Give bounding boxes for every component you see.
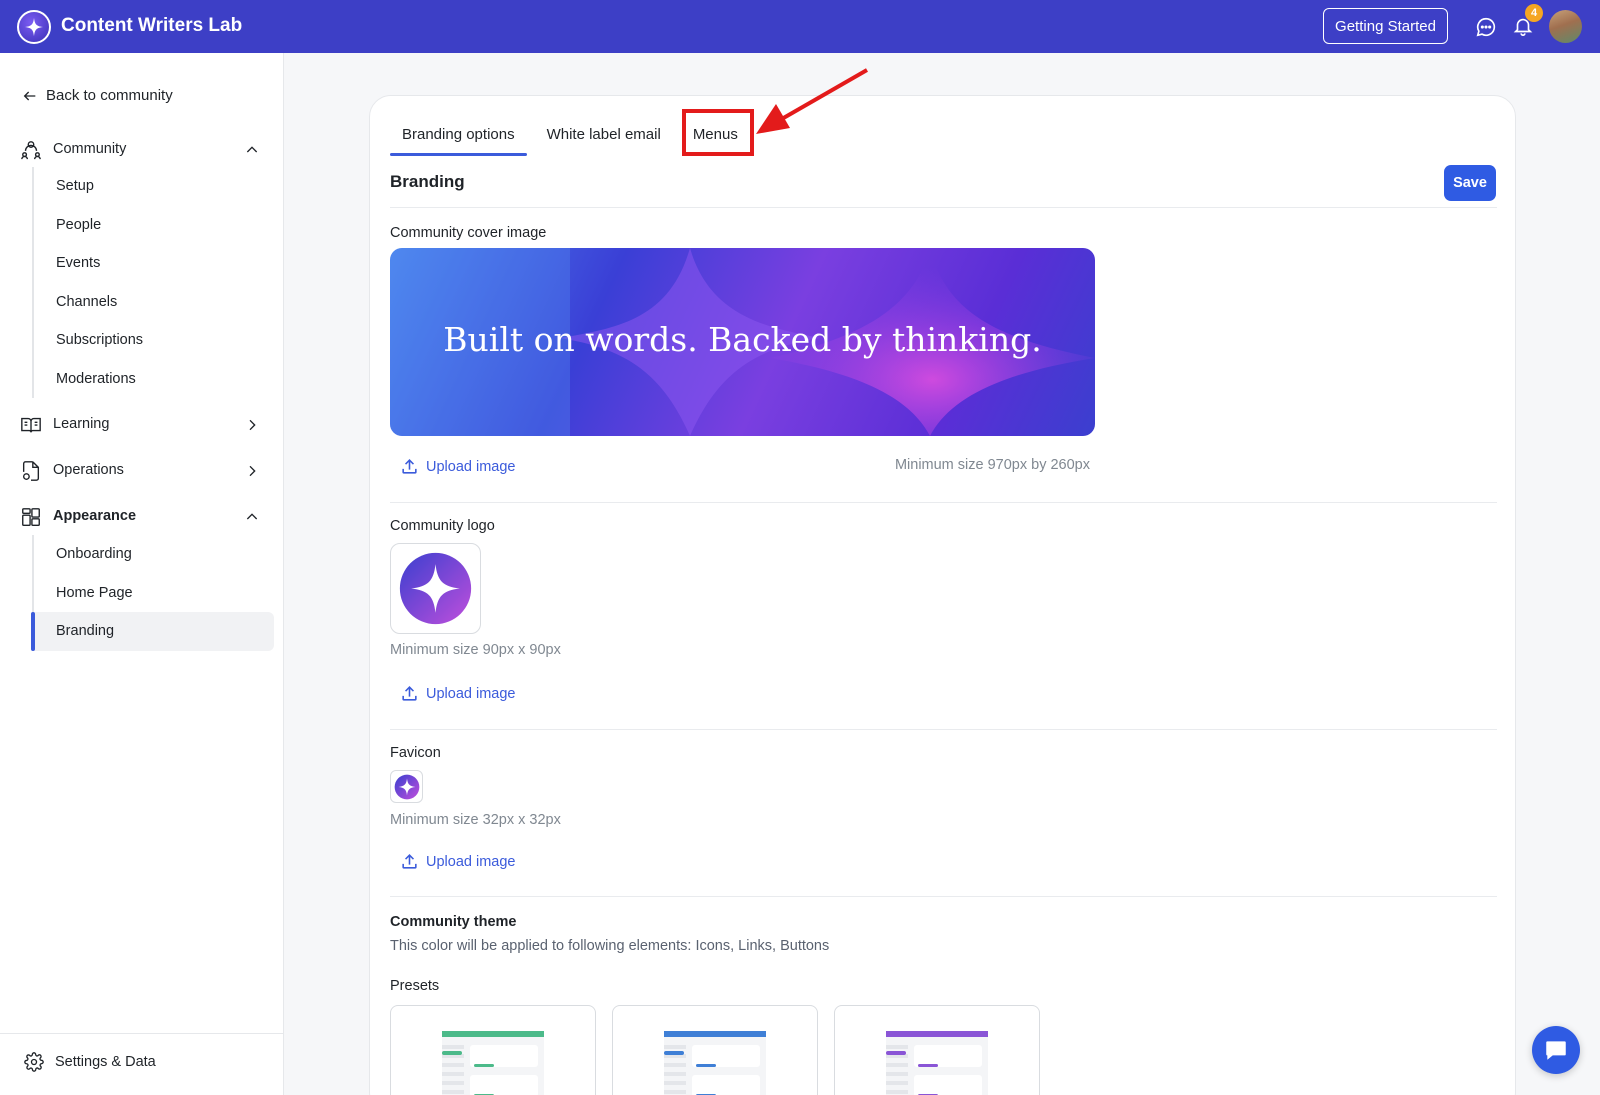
- chevron-right-icon[interactable]: [244, 463, 260, 479]
- cover-image-text: Built on words. Backed by thinking.: [443, 320, 1042, 359]
- sidebar-item-people[interactable]: People: [34, 206, 274, 245]
- favicon-label: Favicon: [390, 745, 441, 761]
- logo-label: Community logo: [390, 518, 495, 534]
- sidebar-item-channels[interactable]: Channels: [34, 283, 274, 322]
- cover-upload-button[interactable]: Upload image: [400, 457, 515, 476]
- sidebar-item-subscriptions[interactable]: Subscriptions: [34, 321, 274, 360]
- appearance-icon: [22, 508, 40, 526]
- top-navigation-bar: Content Writers Lab Getting Started 4: [0, 0, 1600, 53]
- gear-icon: [24, 1052, 44, 1072]
- presets-label: Presets: [390, 978, 440, 994]
- annotation-arrow-icon: [756, 68, 868, 134]
- notification-badge: 4: [1525, 4, 1543, 22]
- preset-blue[interactable]: [612, 1005, 818, 1095]
- preset-green[interactable]: [390, 1005, 596, 1095]
- chevron-right-icon[interactable]: [244, 417, 260, 433]
- sidebar-item-moderations[interactable]: Moderations: [34, 360, 274, 399]
- book-icon: [21, 417, 41, 433]
- sidebar-group-learning[interactable]: Learning: [0, 410, 284, 440]
- sidebar-group-label: Community: [53, 141, 127, 157]
- upload-label: Upload image: [426, 685, 516, 702]
- getting-started-button[interactable]: Getting Started: [1323, 8, 1448, 44]
- upload-label: Upload image: [426, 853, 516, 870]
- favicon-preview: [390, 770, 423, 803]
- preset-thumbnail: [886, 1031, 988, 1095]
- preset-purple[interactable]: [834, 1005, 1040, 1095]
- arrow-left-icon: [23, 91, 36, 100]
- cover-image-label: Community cover image: [390, 225, 547, 241]
- back-to-community-link[interactable]: Back to community: [22, 87, 173, 104]
- divider: [390, 896, 1497, 897]
- back-link-label: Back to community: [46, 87, 173, 104]
- sidebar-group-label: Appearance: [53, 508, 137, 524]
- sidebar-item-onboarding[interactable]: Onboarding: [34, 535, 274, 574]
- sidebar: Back to community Community Setup People…: [0, 53, 284, 1095]
- favicon-upload-button[interactable]: Upload image: [400, 852, 515, 871]
- sidebar-group-appearance[interactable]: Appearance: [0, 502, 284, 532]
- upload-icon: [402, 459, 417, 474]
- preset-thumbnail: [442, 1031, 544, 1095]
- community-theme-description: This color will be applied to following …: [390, 938, 830, 954]
- logo-upload-button[interactable]: Upload image: [400, 684, 515, 703]
- logo-min-size: Minimum size 90px x 90px: [390, 642, 561, 658]
- star-favicon-icon: [394, 774, 419, 799]
- cover-image: Built on words. Backed by thinking.: [390, 248, 1095, 436]
- sidebar-item-events[interactable]: Events: [34, 244, 274, 283]
- appearance-sub-list: Onboarding Home Page Branding: [31, 535, 274, 651]
- menus-highlight-box: [682, 109, 754, 156]
- sidebar-footer: Settings & Data: [0, 1033, 284, 1095]
- sidebar-item-home-page[interactable]: Home Page: [34, 574, 274, 613]
- operations-icon: [22, 461, 40, 481]
- settings-label: Settings & Data: [55, 1054, 156, 1070]
- app-title[interactable]: Content Writers Lab: [61, 15, 242, 37]
- sidebar-group-label: Learning: [53, 416, 110, 432]
- branding-title: Branding: [390, 172, 465, 191]
- sidebar-group-community[interactable]: Community: [0, 135, 284, 165]
- save-button[interactable]: Save: [1444, 165, 1496, 201]
- chat-icon[interactable]: [1475, 16, 1497, 38]
- sidebar-item-setup[interactable]: Setup: [34, 167, 274, 206]
- favicon-min-size: Minimum size 32px x 32px: [390, 812, 561, 828]
- community-sub-list: Setup People Events Channels Subscriptio…: [32, 167, 274, 398]
- chevron-up-icon[interactable]: [244, 142, 260, 158]
- divider: [390, 207, 1497, 208]
- upload-icon: [402, 854, 417, 869]
- divider: [390, 729, 1497, 730]
- chevron-up-icon[interactable]: [244, 509, 260, 525]
- avatar[interactable]: [1549, 10, 1582, 43]
- upload-label: Upload image: [426, 458, 516, 475]
- sidebar-group-operations[interactable]: Operations: [0, 456, 284, 486]
- sidebar-item-branding[interactable]: Branding: [31, 612, 274, 651]
- star-logo-icon: [399, 552, 472, 625]
- upload-icon: [402, 686, 417, 701]
- community-icon: [21, 141, 41, 160]
- support-chat-button[interactable]: [1532, 1026, 1580, 1074]
- cover-min-size: Minimum size 970px by 260px: [894, 457, 1090, 473]
- tab-branding-options[interactable]: Branding options: [390, 116, 527, 156]
- logo-preview: [390, 543, 481, 634]
- sidebar-group-label: Operations: [53, 462, 124, 478]
- community-theme-title: Community theme: [390, 914, 517, 930]
- branding-card: Branding options White label email Menus…: [369, 68, 1516, 1095]
- divider: [390, 502, 1497, 503]
- chat-bubble-icon: [1546, 1041, 1566, 1060]
- settings-and-data-link[interactable]: Settings & Data: [24, 1052, 156, 1072]
- community-logo-icon[interactable]: [17, 10, 51, 44]
- preset-thumbnail: [664, 1031, 766, 1095]
- tab-white-label-email[interactable]: White label email: [535, 116, 673, 152]
